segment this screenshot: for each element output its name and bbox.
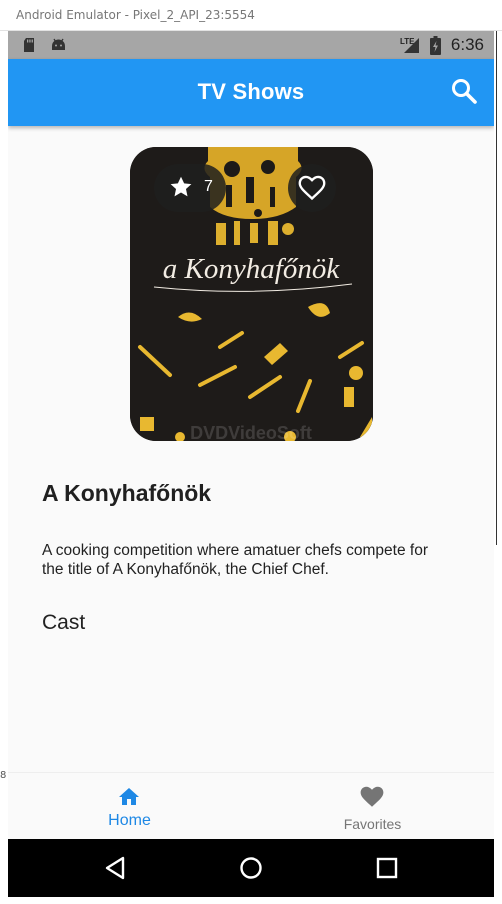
status-bar: LTE 6:36: [8, 31, 494, 59]
system-navigation-bar: [8, 839, 494, 897]
rating-badge: 7: [154, 164, 226, 212]
heart-icon: [360, 786, 384, 807]
search-icon[interactable]: [448, 75, 482, 109]
show-description: A cooking competition where amatuer chef…: [42, 542, 428, 578]
poster-watermark: DVDVideoSoft: [190, 423, 312, 441]
background-fragment: 8: [0, 770, 7, 781]
emulator-title-bar: Android Emulator - Pixel_2_API_23:5554: [0, 0, 502, 31]
signal-icon: [404, 38, 419, 53]
sd-card-icon: [24, 38, 34, 52]
emulator-title: Android Emulator - Pixel_2_API_23:5554: [16, 8, 255, 22]
app-bar-title: TV Shows: [197, 79, 305, 104]
android-icon: [52, 38, 65, 50]
status-time: 6:36: [450, 35, 484, 54]
show-title: A Konyhafőnök: [42, 480, 212, 506]
app-bar: TV Shows: [8, 59, 494, 126]
battery-icon: [430, 36, 441, 55]
rating-value: 7: [204, 178, 213, 195]
bottom-navigation: Home Favorites: [8, 772, 494, 840]
poster-title: a Konyhafőnök: [163, 253, 341, 285]
window-divider: [496, 31, 497, 545]
nav-item-home[interactable]: Home: [8, 773, 251, 840]
nav-label-home: Home: [108, 812, 151, 829]
favorite-button[interactable]: [288, 164, 336, 212]
phone-screen: LTE 6:36 TV Shows a Konyhafőnök DVDVideo…: [8, 31, 494, 897]
home-icon: [119, 788, 139, 805]
star-icon: [170, 176, 192, 197]
cast-heading: Cast: [42, 611, 86, 634]
heart-outline-icon: [298, 175, 326, 201]
back-icon[interactable]: [101, 853, 131, 883]
recents-icon[interactable]: [372, 853, 402, 883]
home-circle-icon[interactable]: [236, 853, 266, 883]
nav-label-favorites: Favorites: [343, 816, 402, 832]
nav-item-favorites[interactable]: Favorites: [251, 773, 494, 840]
